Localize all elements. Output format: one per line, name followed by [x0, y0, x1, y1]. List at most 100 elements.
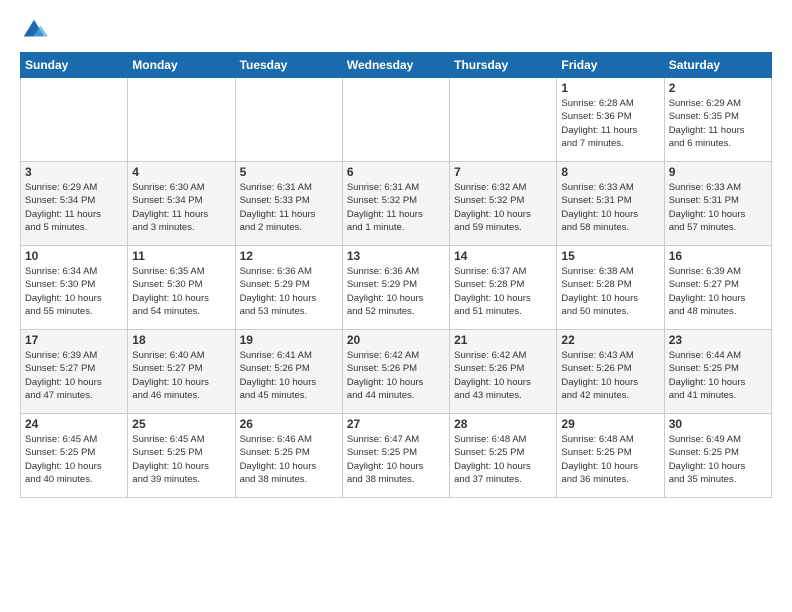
- day-info: Sunrise: 6:41 AM Sunset: 5:26 PM Dayligh…: [240, 349, 338, 402]
- day-info: Sunrise: 6:47 AM Sunset: 5:25 PM Dayligh…: [347, 433, 445, 486]
- calendar-cell: 28 Sunrise: 6:48 AM Sunset: 5:25 PM Dayli…: [450, 414, 557, 498]
- day-number: 23: [669, 333, 767, 347]
- day-number: 1: [561, 81, 659, 95]
- day-info: Sunrise: 6:44 AM Sunset: 5:25 PM Dayligh…: [669, 349, 767, 402]
- day-number: 8: [561, 165, 659, 179]
- day-number: 6: [347, 165, 445, 179]
- weekday-row: SundayMondayTuesdayWednesdayThursdayFrid…: [21, 53, 772, 78]
- page: SundayMondayTuesdayWednesdayThursdayFrid…: [0, 0, 792, 508]
- day-number: 13: [347, 249, 445, 263]
- weekday-header: Tuesday: [235, 53, 342, 78]
- day-number: 20: [347, 333, 445, 347]
- day-number: 30: [669, 417, 767, 431]
- day-info: Sunrise: 6:49 AM Sunset: 5:25 PM Dayligh…: [669, 433, 767, 486]
- calendar-table: SundayMondayTuesdayWednesdayThursdayFrid…: [20, 52, 772, 498]
- day-number: 2: [669, 81, 767, 95]
- weekday-header: Friday: [557, 53, 664, 78]
- day-info: Sunrise: 6:33 AM Sunset: 5:31 PM Dayligh…: [561, 181, 659, 234]
- day-info: Sunrise: 6:45 AM Sunset: 5:25 PM Dayligh…: [132, 433, 230, 486]
- logo: [20, 16, 50, 44]
- calendar-cell: 26 Sunrise: 6:46 AM Sunset: 5:25 PM Dayli…: [235, 414, 342, 498]
- day-info: Sunrise: 6:36 AM Sunset: 5:29 PM Dayligh…: [240, 265, 338, 318]
- day-number: 14: [454, 249, 552, 263]
- calendar-cell: 2 Sunrise: 6:29 AM Sunset: 5:35 PM Daylig…: [664, 78, 771, 162]
- day-number: 17: [25, 333, 123, 347]
- day-number: 24: [25, 417, 123, 431]
- day-info: Sunrise: 6:28 AM Sunset: 5:36 PM Dayligh…: [561, 97, 659, 150]
- calendar-cell: 24Sunrise: 6:45 AM Sunset: 5:25 PM Dayli…: [21, 414, 128, 498]
- calendar-cell: 7 Sunrise: 6:32 AM Sunset: 5:32 PM Daylig…: [450, 162, 557, 246]
- calendar-cell: 21 Sunrise: 6:42 AM Sunset: 5:26 PM Dayli…: [450, 330, 557, 414]
- day-number: 28: [454, 417, 552, 431]
- calendar-cell: 30 Sunrise: 6:49 AM Sunset: 5:25 PM Dayli…: [664, 414, 771, 498]
- day-number: 16: [669, 249, 767, 263]
- weekday-header: Sunday: [21, 53, 128, 78]
- day-info: Sunrise: 6:29 AM Sunset: 5:34 PM Dayligh…: [25, 181, 123, 234]
- calendar-cell: [235, 78, 342, 162]
- day-info: Sunrise: 6:35 AM Sunset: 5:30 PM Dayligh…: [132, 265, 230, 318]
- weekday-header: Wednesday: [342, 53, 449, 78]
- day-info: Sunrise: 6:48 AM Sunset: 5:25 PM Dayligh…: [561, 433, 659, 486]
- calendar-header: SundayMondayTuesdayWednesdayThursdayFrid…: [21, 53, 772, 78]
- day-number: 19: [240, 333, 338, 347]
- calendar-cell: 3Sunrise: 6:29 AM Sunset: 5:34 PM Daylig…: [21, 162, 128, 246]
- calendar-week-row: 3Sunrise: 6:29 AM Sunset: 5:34 PM Daylig…: [21, 162, 772, 246]
- logo-icon: [20, 16, 48, 44]
- calendar-cell: 14 Sunrise: 6:37 AM Sunset: 5:28 PM Dayli…: [450, 246, 557, 330]
- calendar-cell: 13Sunrise: 6:36 AM Sunset: 5:29 PM Dayli…: [342, 246, 449, 330]
- calendar-week-row: 10 Sunrise: 6:34 AM Sunset: 5:30 PM Dayli…: [21, 246, 772, 330]
- day-number: 27: [347, 417, 445, 431]
- calendar-cell: 19 Sunrise: 6:41 AM Sunset: 5:26 PM Dayli…: [235, 330, 342, 414]
- day-number: 5: [240, 165, 338, 179]
- day-info: Sunrise: 6:48 AM Sunset: 5:25 PM Dayligh…: [454, 433, 552, 486]
- day-number: 25: [132, 417, 230, 431]
- calendar-week-row: 1 Sunrise: 6:28 AM Sunset: 5:36 PM Daylig…: [21, 78, 772, 162]
- day-info: Sunrise: 6:37 AM Sunset: 5:28 PM Dayligh…: [454, 265, 552, 318]
- calendar-cell: 17 Sunrise: 6:39 AM Sunset: 5:27 PM Dayli…: [21, 330, 128, 414]
- calendar-cell: 27 Sunrise: 6:47 AM Sunset: 5:25 PM Dayli…: [342, 414, 449, 498]
- day-number: 9: [669, 165, 767, 179]
- day-info: Sunrise: 6:32 AM Sunset: 5:32 PM Dayligh…: [454, 181, 552, 234]
- calendar-cell: 5 Sunrise: 6:31 AM Sunset: 5:33 PM Daylig…: [235, 162, 342, 246]
- calendar-cell: [21, 78, 128, 162]
- day-number: 21: [454, 333, 552, 347]
- day-number: 26: [240, 417, 338, 431]
- calendar-cell: [450, 78, 557, 162]
- day-info: Sunrise: 6:34 AM Sunset: 5:30 PM Dayligh…: [25, 265, 123, 318]
- calendar-body: 1 Sunrise: 6:28 AM Sunset: 5:36 PM Daylig…: [21, 78, 772, 498]
- day-number: 29: [561, 417, 659, 431]
- calendar-cell: 15Sunrise: 6:38 AM Sunset: 5:28 PM Dayli…: [557, 246, 664, 330]
- calendar-cell: [342, 78, 449, 162]
- day-info: Sunrise: 6:29 AM Sunset: 5:35 PM Dayligh…: [669, 97, 767, 150]
- weekday-header: Thursday: [450, 53, 557, 78]
- calendar-week-row: 17 Sunrise: 6:39 AM Sunset: 5:27 PM Dayli…: [21, 330, 772, 414]
- day-info: Sunrise: 6:39 AM Sunset: 5:27 PM Dayligh…: [25, 349, 123, 402]
- calendar-cell: 8 Sunrise: 6:33 AM Sunset: 5:31 PM Daylig…: [557, 162, 664, 246]
- day-number: 4: [132, 165, 230, 179]
- day-info: Sunrise: 6:43 AM Sunset: 5:26 PM Dayligh…: [561, 349, 659, 402]
- day-info: Sunrise: 6:39 AM Sunset: 5:27 PM Dayligh…: [669, 265, 767, 318]
- day-info: Sunrise: 6:30 AM Sunset: 5:34 PM Dayligh…: [132, 181, 230, 234]
- day-info: Sunrise: 6:33 AM Sunset: 5:31 PM Dayligh…: [669, 181, 767, 234]
- calendar-cell: 4 Sunrise: 6:30 AM Sunset: 5:34 PM Daylig…: [128, 162, 235, 246]
- calendar-cell: 6 Sunrise: 6:31 AM Sunset: 5:32 PM Daylig…: [342, 162, 449, 246]
- calendar-cell: [128, 78, 235, 162]
- day-number: 10: [25, 249, 123, 263]
- calendar-cell: 23 Sunrise: 6:44 AM Sunset: 5:25 PM Dayli…: [664, 330, 771, 414]
- calendar-cell: 29 Sunrise: 6:48 AM Sunset: 5:25 PM Dayli…: [557, 414, 664, 498]
- day-info: Sunrise: 6:42 AM Sunset: 5:26 PM Dayligh…: [454, 349, 552, 402]
- day-info: Sunrise: 6:31 AM Sunset: 5:32 PM Dayligh…: [347, 181, 445, 234]
- day-number: 22: [561, 333, 659, 347]
- calendar-cell: 9 Sunrise: 6:33 AM Sunset: 5:31 PM Daylig…: [664, 162, 771, 246]
- calendar-cell: 11Sunrise: 6:35 AM Sunset: 5:30 PM Dayli…: [128, 246, 235, 330]
- weekday-header: Saturday: [664, 53, 771, 78]
- day-info: Sunrise: 6:40 AM Sunset: 5:27 PM Dayligh…: [132, 349, 230, 402]
- calendar-cell: 18 Sunrise: 6:40 AM Sunset: 5:27 PM Dayli…: [128, 330, 235, 414]
- day-info: Sunrise: 6:42 AM Sunset: 5:26 PM Dayligh…: [347, 349, 445, 402]
- calendar-cell: 12Sunrise: 6:36 AM Sunset: 5:29 PM Dayli…: [235, 246, 342, 330]
- calendar-cell: 1 Sunrise: 6:28 AM Sunset: 5:36 PM Daylig…: [557, 78, 664, 162]
- day-info: Sunrise: 6:31 AM Sunset: 5:33 PM Dayligh…: [240, 181, 338, 234]
- day-number: 7: [454, 165, 552, 179]
- day-info: Sunrise: 6:46 AM Sunset: 5:25 PM Dayligh…: [240, 433, 338, 486]
- day-number: 18: [132, 333, 230, 347]
